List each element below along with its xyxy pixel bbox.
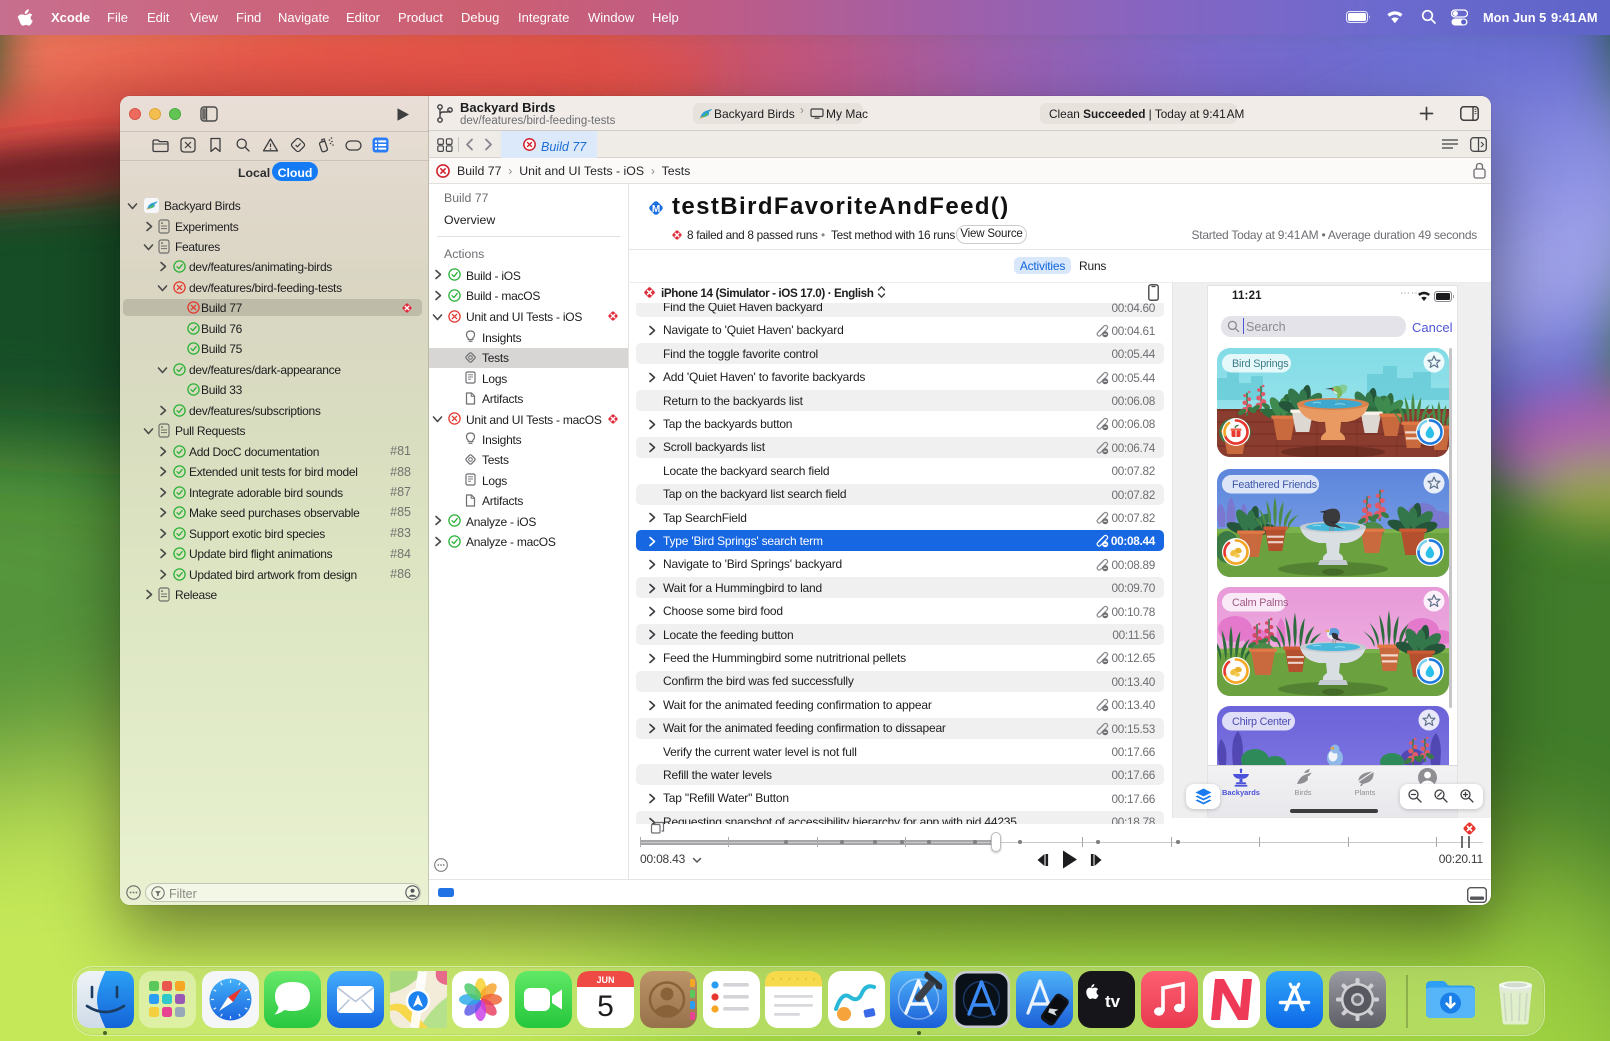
svg-text:Chirp Center: Chirp Center (1232, 716, 1291, 728)
svg-text:Feathered Friends: Feathered Friends (1232, 479, 1318, 491)
svg-text:JUN: JUN (597, 975, 615, 985)
svg-text:Calm Palms: Calm Palms (1232, 597, 1289, 609)
svg-text:M: M (652, 204, 660, 215)
svg-text:5: 5 (597, 990, 614, 1023)
svg-text:Bird Springs: Bird Springs (1232, 358, 1289, 370)
svg-text:tv: tv (1105, 992, 1121, 1011)
